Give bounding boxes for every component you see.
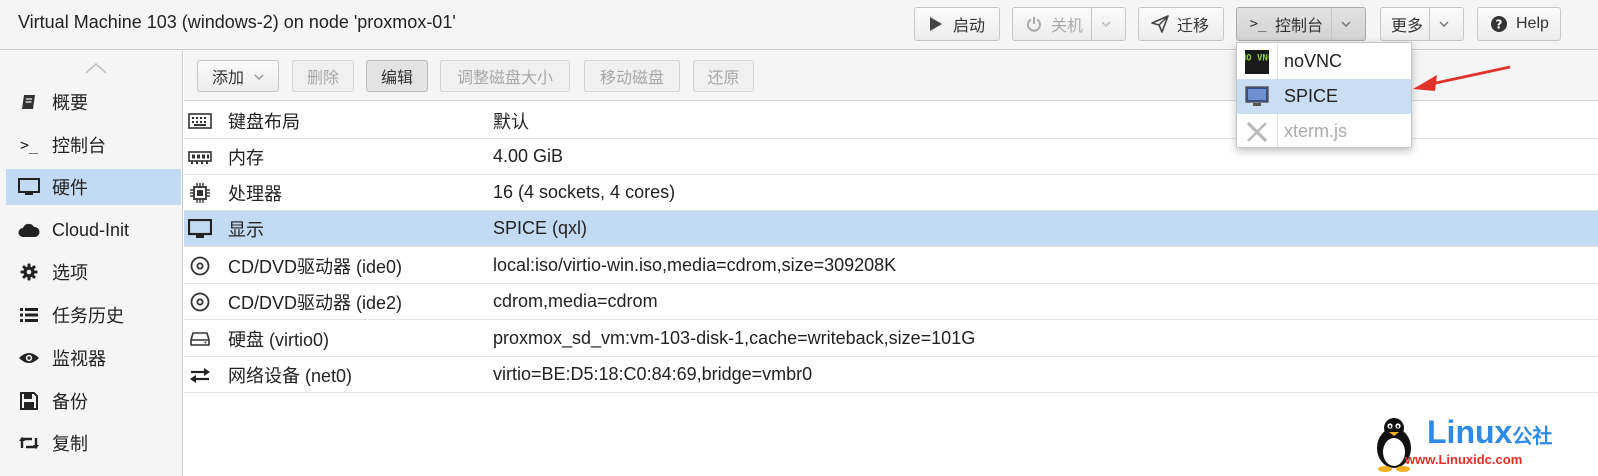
- sidebar-item-task-history[interactable]: 任务历史: [6, 297, 181, 333]
- retweet-icon: [18, 432, 40, 454]
- question-circle-icon: ?: [1488, 13, 1510, 35]
- page-title: Virtual Machine 103 (windows-2) on node …: [18, 12, 456, 32]
- console-button[interactable]: >_ 控制台: [1236, 7, 1366, 41]
- menu-item-xterm[interactable]: xterm.js: [1237, 114, 1411, 149]
- list-icon: [18, 304, 40, 326]
- book-icon: [18, 91, 40, 113]
- cdrom-icon: [188, 291, 212, 313]
- novnc-icon: NO VNC: [1244, 49, 1270, 74]
- sidebar-item-replication[interactable]: 复制: [6, 425, 181, 461]
- add-button[interactable]: 添加: [197, 60, 279, 92]
- sidebar-item-options[interactable]: 选项: [6, 254, 181, 290]
- shutdown-button[interactable]: 关机: [1012, 7, 1126, 41]
- console-dropdown-menu: NO VNC noVNC SPICE xterm.js: [1236, 42, 1412, 148]
- keyboard-icon: [188, 110, 212, 132]
- console-chevron-down-icon[interactable]: [1331, 8, 1359, 40]
- table-row[interactable]: 硬盘 (virtio0) proxmox_sd_vm:vm-103-disk-1…: [184, 321, 1598, 357]
- cloud-icon: [18, 219, 40, 241]
- table-row[interactable]: 处理器 16 (4 sockets, 4 cores): [184, 175, 1598, 211]
- terminal-icon: >_: [19, 136, 39, 154]
- sidebar-item-cloud-init[interactable]: Cloud-Init: [6, 212, 181, 248]
- eye-icon: [18, 347, 40, 369]
- power-icon: [1023, 13, 1045, 35]
- move-disk-button[interactable]: 移动磁盘: [584, 60, 680, 92]
- watermark-url: www.Linuxidc.com: [1405, 452, 1523, 467]
- table-row[interactable]: 显示 SPICE (qxl): [184, 211, 1598, 247]
- floppy-icon: [18, 390, 40, 412]
- sidebar-scroll-up-icon[interactable]: [84, 61, 108, 75]
- monitor-icon: [1244, 85, 1270, 109]
- play-icon: [925, 13, 947, 35]
- sidebar-item-summary[interactable]: 概要: [6, 84, 181, 120]
- watermark-brand: Linux公社: [1427, 414, 1553, 450]
- exchange-icon: [188, 364, 212, 386]
- paper-plane-icon: [1149, 13, 1171, 35]
- sidebar-item-monitor[interactable]: 监视器: [6, 340, 181, 376]
- table-row[interactable]: CD/DVD驱动器 (ide0) local:iso/virtio-win.is…: [184, 248, 1598, 284]
- annotation-arrow-icon: [1413, 65, 1511, 91]
- table-row[interactable]: CD/DVD驱动器 (ide2) cdrom,media=cdrom: [184, 284, 1598, 320]
- start-button[interactable]: 启动: [914, 7, 1000, 41]
- sidebar-item-backup[interactable]: 备份: [6, 383, 181, 419]
- add-chevron-down-icon: [254, 67, 264, 85]
- svg-text:?: ?: [1496, 18, 1503, 32]
- svg-text:NO VNC: NO VNC: [1245, 53, 1269, 63]
- memory-icon: [188, 146, 212, 168]
- resize-disk-button[interactable]: 调整磁盘大小: [440, 60, 570, 92]
- watermark-logo: Linux公社 www.Linuxidc.com: [1365, 412, 1595, 474]
- migrate-button[interactable]: 迁移: [1138, 7, 1224, 41]
- sidebar: 概要 >_ 控制台 硬件 Cloud-Init 选项 任务历史 监视器 备份 复…: [0, 51, 183, 476]
- cdrom-icon: [188, 255, 212, 277]
- monitor-icon: [18, 176, 40, 198]
- gear-icon: [18, 261, 40, 283]
- menu-item-spice[interactable]: SPICE: [1237, 79, 1411, 114]
- terminal-icon: >_: [1249, 16, 1267, 32]
- sidebar-item-console[interactable]: >_ 控制台: [6, 127, 181, 163]
- help-button[interactable]: ? Help: [1477, 7, 1561, 41]
- proxmox-vm-page: Virtual Machine 103 (windows-2) on node …: [0, 0, 1598, 476]
- more-button[interactable]: 更多: [1380, 7, 1464, 41]
- monitor-icon: [188, 218, 212, 240]
- harddisk-icon: [188, 328, 212, 350]
- cpu-icon: [188, 182, 212, 204]
- shutdown-chevron-down-icon[interactable]: [1091, 8, 1119, 40]
- menu-item-novnc[interactable]: NO VNC noVNC: [1237, 44, 1411, 79]
- table-row[interactable]: 网络设备 (net0) virtio=BE:D5:18:C0:84:69,bri…: [184, 357, 1598, 393]
- revert-button[interactable]: 还原: [693, 60, 754, 92]
- edit-button[interactable]: 编辑: [366, 60, 428, 92]
- remove-button[interactable]: 删除: [292, 60, 354, 92]
- more-chevron-down-icon[interactable]: [1429, 8, 1457, 40]
- sidebar-item-hardware[interactable]: 硬件: [6, 169, 181, 205]
- xterm-icon: [1244, 120, 1270, 144]
